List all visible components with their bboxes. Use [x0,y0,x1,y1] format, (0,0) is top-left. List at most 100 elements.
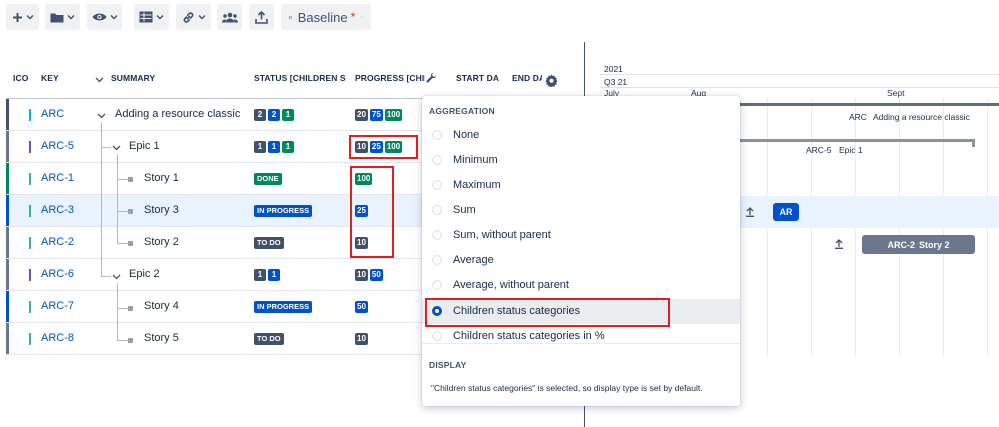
issue-type-icon [29,237,31,249]
radio-button[interactable] [432,130,442,140]
progress-inprogress: 50 [355,301,368,313]
gantt-bar-key: ARC-2 [887,239,915,250]
aggregation-dropdown: AGGREGATION None Minimum Maximum Sum Sum… [422,96,740,406]
chevron-down-icon [110,15,117,20]
chevron-down-icon [156,15,164,20]
radio-button[interactable] [432,255,442,265]
issue-key-link[interactable]: ARC-1 [41,172,74,184]
status-inprogress-count: 2 [268,109,280,121]
issue-key-link[interactable]: ARC-2 [41,236,74,248]
column-header-start-date[interactable]: START DA [456,73,500,87]
issue-key-link[interactable]: ARC-5 [41,140,74,152]
issue-type-icon [29,109,31,121]
gantt-bar-summary: Story 2 [919,239,950,250]
aggregation-option-sum-without-parent[interactable]: Sum, without parent [422,223,740,248]
aggregation-option-children-status-categories-percent[interactable]: Children status categories in % [422,324,740,349]
radio-button[interactable] [432,331,442,341]
column-header-icon[interactable]: ICO [13,73,33,87]
people-button[interactable] [217,4,242,30]
issue-summary[interactable]: Story 2 [144,236,179,248]
collapse-chevron-icon[interactable] [112,272,121,281]
option-label: Average, without parent [453,279,569,291]
tree-node-dot [128,241,133,246]
columns-button[interactable] [134,4,169,30]
collapse-chevron-icon[interactable] [97,111,106,120]
status-counts: 2 2 1 [254,109,294,121]
issue-key-link[interactable]: ARC [41,108,64,120]
radio-button[interactable] [432,180,442,190]
baseline-label: Baseline [297,9,348,25]
status-todo-count: 1 [254,141,266,153]
gantt-bar-arc-3[interactable]: AR [773,203,799,221]
option-label: Sum [453,204,476,216]
folder-button[interactable] [45,4,80,30]
add-button[interactable] [6,4,39,30]
link-button[interactable] [176,4,211,30]
issue-summary[interactable]: Story 5 [144,332,179,344]
gantt-grid-line [855,98,856,358]
issue-type-icon [29,269,31,281]
gantt-grid-line [767,98,768,358]
gantt-bar-arc[interactable] [738,103,999,106]
aggregation-option-minimum[interactable]: Minimum [422,148,740,173]
toolbar: Baseline * [0,0,999,36]
annotation-highlight [350,166,394,258]
issue-summary[interactable]: Story 4 [144,300,179,312]
progress-values: 20 75 100 [355,109,403,121]
aggregation-option-average[interactable]: Average [422,248,740,273]
tree-line [117,283,118,341]
column-header-end-date[interactable]: END DA [512,73,542,87]
people-icon [221,12,238,22]
scroll-to-bar-icon[interactable] [745,206,755,217]
issue-summary[interactable]: Adding a resource classic [115,108,240,120]
aggregation-option-maximum[interactable]: Maximum [422,173,740,198]
option-label: None [453,129,480,141]
radio-button[interactable] [432,155,442,165]
issue-summary[interactable]: Epic 1 [129,140,160,152]
tree-line [117,154,118,244]
option-label: Maximum [453,179,501,191]
baseline-dropdown[interactable]: Baseline * [281,4,371,30]
issue-key-link[interactable]: ARC-3 [41,204,74,216]
issue-summary[interactable]: Epic 2 [129,268,160,280]
issue-summary[interactable]: Story 3 [144,204,179,216]
aggregation-option-average-without-parent[interactable]: Average, without parent [422,273,740,298]
progress-values: 10 [355,333,368,345]
annotation-highlight [349,135,418,159]
gantt-bar-epic-end [972,139,975,147]
option-label: Average [453,254,494,266]
issue-key-link[interactable]: ARC-7 [41,300,74,312]
progress-todo: 20 [355,109,368,121]
progress-todo: 10 [355,269,368,281]
aggregation-option-none[interactable]: None [422,123,740,148]
gear-icon[interactable] [545,74,558,87]
column-header-status[interactable]: STATUS [CHILDREN ST [254,73,346,87]
radio-button[interactable] [432,230,442,240]
export-button[interactable] [249,4,274,30]
gantt-bar-arc-2[interactable]: ARC-2 Story 2 [862,235,975,254]
row-status-bar [6,99,9,130]
status-todo-count: 2 [254,109,266,121]
issue-summary[interactable]: Story 1 [144,172,179,184]
column-header-key[interactable]: KEY [41,73,81,87]
progress-values: 10 50 [355,269,383,281]
gantt-grid-line [987,98,988,358]
view-button[interactable] [87,4,122,30]
column-header-progress[interactable]: PROGRESS [CHIL [355,73,425,87]
issue-key-link[interactable]: ARC-8 [41,332,74,344]
chevron-down-icon[interactable] [95,75,104,84]
collapse-chevron-icon[interactable] [112,143,121,152]
gantt-bar-epic[interactable] [738,139,975,142]
status-pill: TO DO [254,333,284,345]
aggregation-option-sum[interactable]: Sum [422,198,740,223]
status-todo-count: 1 [254,269,266,281]
wrench-icon[interactable] [426,72,437,83]
column-header-summary[interactable]: SUMMARY [111,73,231,87]
radio-button[interactable] [432,280,442,290]
option-label: Minimum [453,154,498,166]
scroll-to-bar-icon[interactable] [834,238,844,249]
radio-button[interactable] [432,205,442,215]
issue-key-link[interactable]: ARC-6 [41,268,74,280]
upload-icon [255,10,268,24]
progress-todo: 10 [355,333,368,345]
